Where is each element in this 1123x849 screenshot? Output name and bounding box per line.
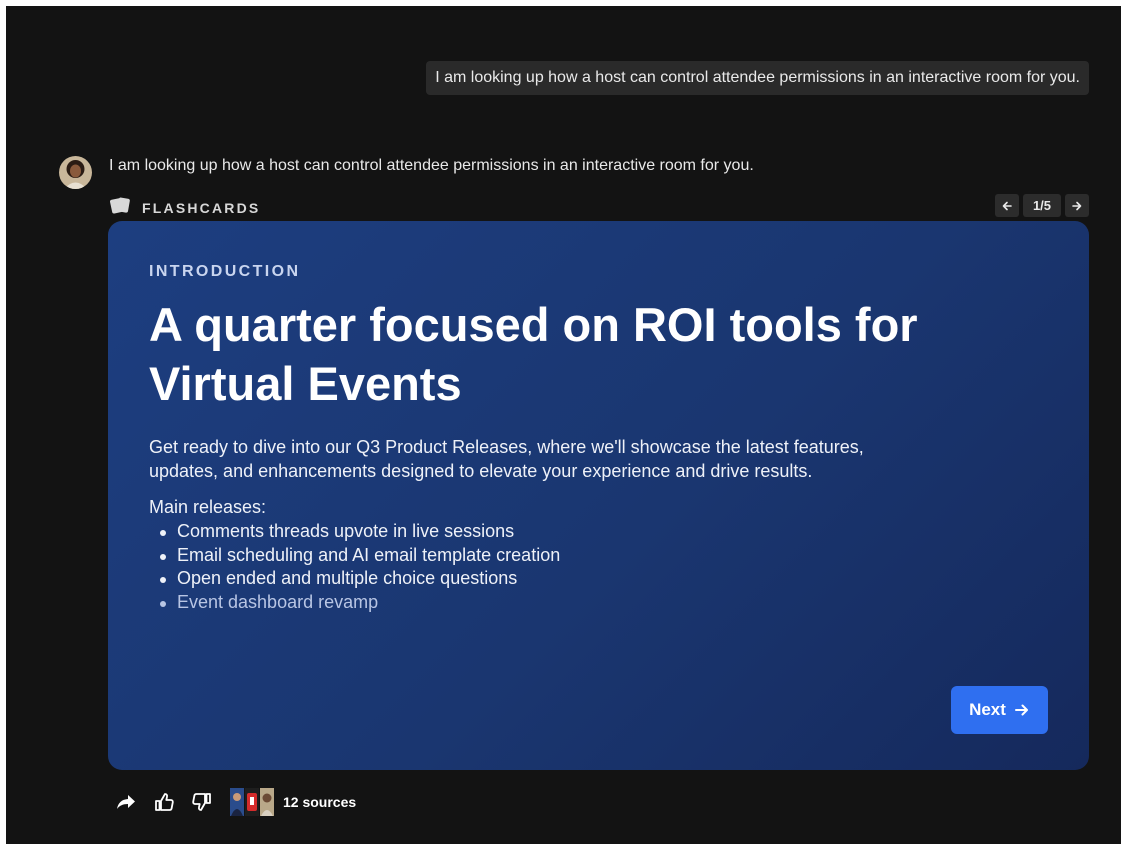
user-message: I am looking up how a host can control a… <box>426 61 1089 95</box>
flashcard: INTRODUCTION A quarter focused on ROI to… <box>108 221 1089 770</box>
arrow-right-icon <box>1014 704 1028 716</box>
releases-label: Main releases: <box>149 497 267 517</box>
card-headline: A quarter focused on ROI tools for Virtu… <box>149 298 918 410</box>
card-eyebrow: INTRODUCTION <box>149 263 301 280</box>
share-icon[interactable] <box>114 790 138 814</box>
assistant-message: I am looking up how a host can control a… <box>109 157 754 174</box>
thumbs-up-icon[interactable] <box>152 790 176 814</box>
source-thumbnails <box>230 788 275 816</box>
source-thumbnail <box>260 788 274 816</box>
cards-icon <box>110 196 132 219</box>
sources-button[interactable]: 12 sources <box>230 788 356 816</box>
card-counter: 1/5 <box>1023 194 1061 217</box>
flashcards-header: FLASHCARDS <box>110 196 260 219</box>
thumbs-down-icon[interactable] <box>190 790 214 814</box>
assistant-avatar <box>59 156 92 189</box>
arrow-right-icon <box>1072 201 1082 210</box>
release-list: Comments threads upvote in live sessions… <box>149 520 560 614</box>
next-button[interactable]: Next <box>951 686 1048 734</box>
list-item: Event dashboard revamp <box>149 591 560 615</box>
source-thumbnail <box>230 788 244 816</box>
prev-card-button[interactable] <box>995 194 1019 217</box>
arrow-left-icon <box>1002 201 1012 210</box>
chat-window: I am looking up how a host can control a… <box>6 6 1121 844</box>
card-description: Get ready to dive into our Q3 Product Re… <box>149 437 864 481</box>
list-item: Open ended and multiple choice questions <box>149 567 560 591</box>
list-item: Comments threads upvote in live sessions <box>149 520 560 544</box>
next-card-button[interactable] <box>1065 194 1089 217</box>
flashcard-pager: 1/5 <box>995 194 1089 217</box>
next-button-label: Next <box>969 700 1006 719</box>
source-thumbnail <box>245 788 259 816</box>
flashcards-title: FLASHCARDS <box>142 199 261 216</box>
list-item: Email scheduling and AI email template c… <box>149 544 560 568</box>
sources-label: 12 sources <box>283 794 357 810</box>
message-actions: 12 sources <box>114 788 356 816</box>
